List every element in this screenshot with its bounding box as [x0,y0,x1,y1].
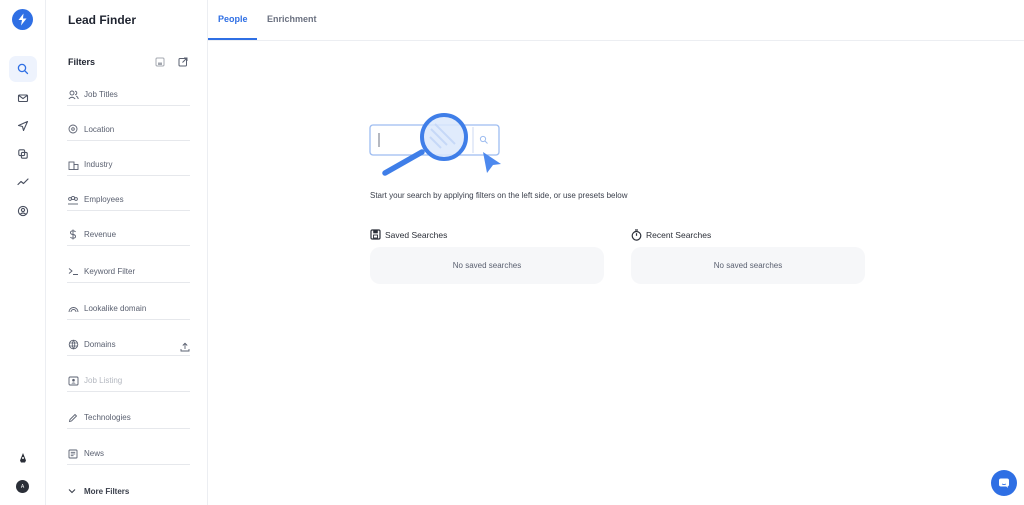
tab-people[interactable]: People [208,0,257,40]
copy-icon[interactable] [9,141,37,167]
empty-state-hint: Start your search by applying filters on… [370,191,628,200]
group-icon [67,194,79,206]
chevron-down-icon [68,487,76,496]
mail-icon[interactable] [9,85,37,111]
saved-searches-title: Saved Searches [370,229,447,240]
stopwatch-icon [631,229,642,241]
people-icon [67,89,79,101]
tab-enrichment[interactable]: Enrichment [263,0,323,40]
filter-revenue[interactable]: Revenue [67,224,190,246]
app-title: Lead Finder [68,13,137,27]
filters-heading: Filters [68,57,96,67]
filter-job-titles[interactable]: Job Titles [67,84,190,106]
chat-launcher-button[interactable] [991,470,1017,496]
external-link-icon[interactable] [177,56,189,68]
user-circle-icon[interactable] [9,198,37,224]
chat-icon [999,478,1009,488]
filter-panel: Lead Finder Filters Job Titles Location … [47,0,208,505]
save-icon[interactable] [154,56,166,68]
globe-icon [67,339,79,351]
icon-rail: A [0,0,46,505]
filter-technologies[interactable]: Technologies [67,407,190,429]
search-illustration-icon [369,110,504,185]
save-icon [370,229,381,240]
top-tabs: People Enrichment [208,0,1024,41]
recent-searches-card: No saved searches [631,247,865,284]
building-icon [67,159,79,171]
filter-lookalike-domain[interactable]: Lookalike domain [67,298,190,320]
filter-industry[interactable]: Industry [67,154,190,176]
filter-news[interactable]: News [67,443,190,465]
app-logo-icon[interactable] [12,9,33,30]
trend-icon[interactable] [9,169,37,195]
pen-icon [67,412,79,424]
location-pin-icon [67,124,79,136]
filter-location[interactable]: Location [67,119,190,141]
terminal-icon [67,266,79,278]
upload-icon[interactable] [180,339,190,357]
newspaper-icon [67,448,79,460]
filter-job-listing: Job Listing [67,370,190,392]
id-card-icon [67,375,79,387]
rocket-icon[interactable] [9,445,37,471]
recent-searches-title: Recent Searches [631,229,711,241]
avatar[interactable]: A [16,480,29,493]
more-filters-button[interactable]: More Filters [68,487,129,496]
dollar-icon [67,229,79,241]
search-icon[interactable] [9,56,37,82]
active-tab-indicator [208,38,257,40]
filter-domains[interactable]: Domains [67,334,190,356]
saved-searches-card: No saved searches [370,247,604,284]
rainbow-icon [67,303,79,315]
filter-keyword[interactable]: Keyword Filter [67,261,190,283]
filter-employees[interactable]: Employees [67,189,190,211]
send-icon[interactable] [9,113,37,139]
